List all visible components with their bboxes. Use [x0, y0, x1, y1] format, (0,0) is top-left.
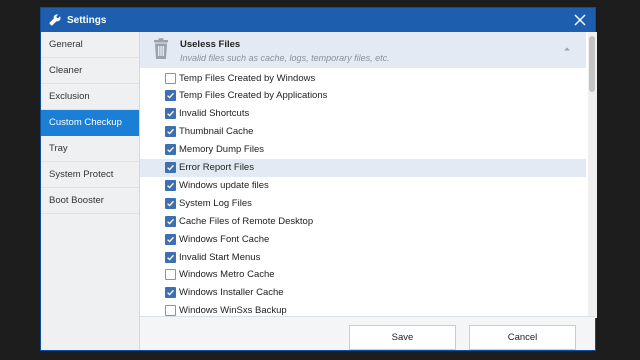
- window-title: Settings: [67, 14, 107, 26]
- option-label: Memory Dump Files: [179, 144, 264, 156]
- title-bar: Settings: [41, 8, 595, 32]
- option-label: Invalid Start Menus: [179, 251, 261, 263]
- cancel-button[interactable]: Cancel: [469, 325, 576, 350]
- sidebar-item-cleaner[interactable]: Cleaner: [41, 58, 139, 84]
- close-icon[interactable]: [573, 13, 587, 27]
- options-list: Useless Files Invalid files such as cach…: [140, 32, 595, 318]
- option-row[interactable]: Temp Files Created by Applications: [140, 87, 586, 105]
- option-row[interactable]: Thumbnail Cache: [140, 123, 586, 141]
- option-row[interactable]: Windows Metro Cache: [140, 266, 586, 284]
- checkbox-checked[interactable]: [165, 162, 176, 173]
- group-header[interactable]: Useless Files Invalid files such as cach…: [140, 32, 586, 68]
- option-label: Error Report Files: [179, 162, 254, 173]
- option-row[interactable]: Windows Installer Cache: [140, 284, 586, 302]
- option-label: Windows Font Cache: [179, 233, 270, 245]
- option-row[interactable]: Windows update files: [140, 176, 586, 194]
- option-row[interactable]: System Log Files: [140, 194, 586, 212]
- option-row[interactable]: Invalid Start Menus: [140, 248, 586, 266]
- checkbox-checked[interactable]: [165, 215, 176, 227]
- option-row[interactable]: Cache Files of Remote Desktop: [140, 212, 586, 230]
- checkbox-checked[interactable]: [165, 126, 176, 138]
- sidebar-item-custom-checkup[interactable]: Custom Checkup: [41, 110, 139, 136]
- chevron-up-icon[interactable]: [562, 44, 572, 54]
- group-title: Useless Files: [180, 39, 241, 50]
- checkbox-unchecked[interactable]: [165, 305, 176, 317]
- checkbox-checked[interactable]: [165, 179, 176, 191]
- sidebar: General Cleaner Exclusion Custom Checkup Tra…: [41, 32, 140, 350]
- option-row[interactable]: Memory Dump Files: [140, 141, 586, 159]
- settings-window: Settings General Cleaner Exclusion Custom C…: [40, 7, 597, 351]
- checkbox-checked[interactable]: [165, 108, 176, 120]
- option-row[interactable]: Error Report Files: [140, 158, 586, 177]
- option-label: Windows Installer Cache: [179, 287, 284, 299]
- scroll-thumb[interactable]: [589, 36, 595, 92]
- option-label: Windows update files: [179, 179, 269, 191]
- option-label: Temp Files Created by Applications: [179, 90, 328, 102]
- option-row[interactable]: Temp Files Created by Windows: [140, 69, 586, 87]
- save-button[interactable]: Save: [349, 325, 456, 350]
- checkbox-unchecked[interactable]: [165, 72, 176, 84]
- sidebar-item-boot-booster[interactable]: Boot Booster: [41, 188, 139, 214]
- option-label: Windows Metro Cache: [179, 269, 275, 281]
- option-row[interactable]: Windows Font Cache: [140, 230, 586, 248]
- checkbox-checked[interactable]: [165, 251, 176, 263]
- scrollbar[interactable]: [588, 32, 597, 318]
- option-label: Invalid Shortcuts: [179, 108, 250, 120]
- sidebar-item-general[interactable]: General: [41, 32, 139, 58]
- checkbox-checked[interactable]: [165, 233, 176, 245]
- checkbox-checked[interactable]: [165, 90, 176, 102]
- option-label: Temp Files Created by Windows: [179, 72, 316, 84]
- checkbox-checked[interactable]: [165, 197, 176, 209]
- option-label: System Log Files: [179, 197, 252, 209]
- window-content: General Cleaner Exclusion Custom Checkup Tra…: [41, 32, 597, 350]
- sidebar-item-exclusion[interactable]: Exclusion: [41, 84, 139, 110]
- checkbox-checked[interactable]: [165, 287, 176, 299]
- wrench-icon: [49, 14, 61, 26]
- option-row[interactable]: Invalid Shortcuts: [140, 105, 586, 123]
- option-label: Windows WinSxs Backup: [179, 305, 287, 317]
- option-label: Thumbnail Cache: [179, 126, 254, 138]
- footer: Save Cancel: [140, 316, 595, 350]
- sidebar-item-tray[interactable]: Tray: [41, 136, 139, 162]
- checkbox-checked[interactable]: [165, 144, 176, 156]
- checkbox-unchecked[interactable]: [165, 269, 176, 281]
- group-description: Invalid files such as cache, logs, tempo…: [180, 53, 390, 63]
- sidebar-item-system-protect[interactable]: System Protect: [41, 162, 139, 188]
- option-label: Cache Files of Remote Desktop: [179, 215, 314, 227]
- trash-icon: [154, 38, 168, 59]
- main-panel: Useless Files Invalid files such as cach…: [140, 32, 597, 350]
